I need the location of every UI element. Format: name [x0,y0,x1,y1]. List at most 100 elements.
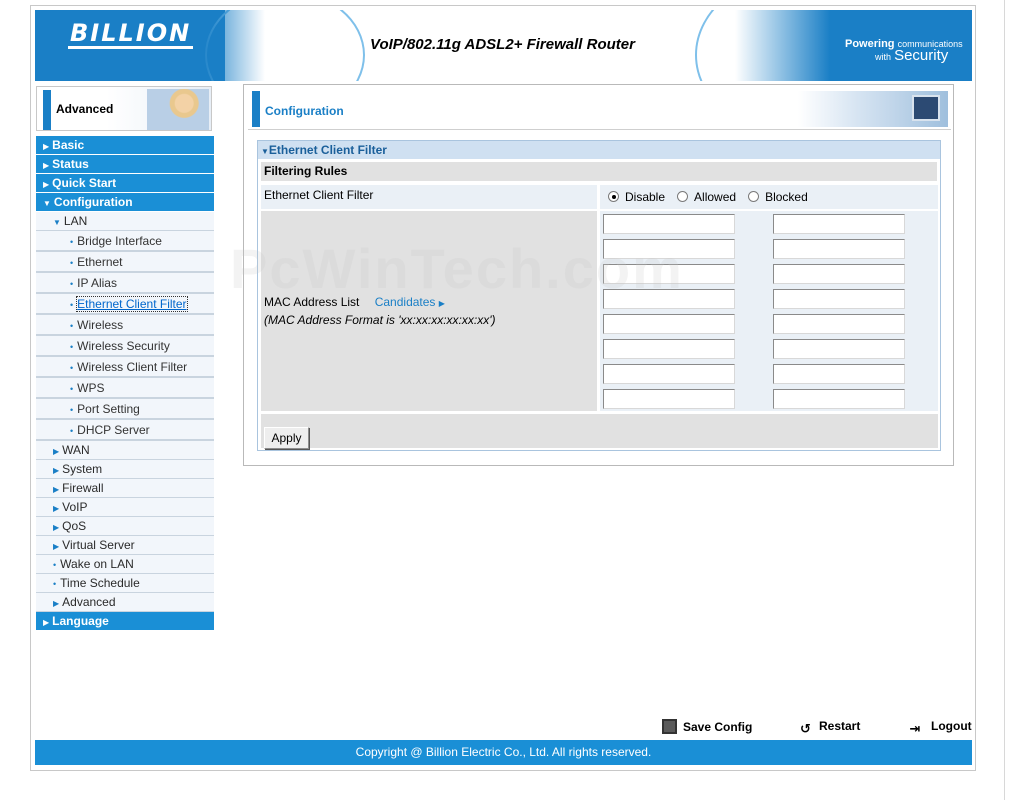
mac-address-input[interactable] [603,389,735,409]
sidebar-item-ethernet[interactable]: • Ethernet [36,252,214,273]
mac-address-input[interactable] [773,339,905,359]
mac-list-row: MAC Address List Candidates ▶ (MAC Addre… [261,211,938,411]
router-title: VoIP/802.11g ADSL2+ Firewall Router [370,36,635,53]
sidebar-item-advanced[interactable]: ▶ Advanced [36,593,214,612]
save-config-label: Save Config [683,720,753,734]
radio-label: Allowed [694,190,737,204]
radio-label: Blocked [765,190,808,204]
mac-address-input[interactable] [773,289,905,309]
section-header[interactable]: ▼Ethernet Client Filter [258,141,940,159]
mac-address-input[interactable] [773,264,905,284]
sidebar-nav: ▶ Basic ▶ Status ▶ Quick Start ▼ Configuration ▼… [36,136,214,631]
arrow-right-icon: ▶ [53,447,60,456]
mac-address-input[interactable] [773,214,905,234]
advanced-banner-bar [43,90,51,130]
mac-address-input[interactable] [603,239,735,259]
mac-address-input[interactable] [773,239,905,259]
filter-radio-disable[interactable]: Disable [608,190,677,204]
candidates-link[interactable]: Candidates ▶ [375,295,445,309]
mac-address-input[interactable] [773,314,905,334]
mac-list-label: MAC Address List [264,295,360,309]
sidebar-item-quick-start[interactable]: ▶ Quick Start [36,174,214,193]
sidebar-item-qos[interactable]: ▶ QoS [36,517,214,536]
filter-radio-blocked[interactable]: Blocked [748,190,820,204]
mac-address-input[interactable] [603,289,735,309]
mac-address-input[interactable] [603,264,735,284]
sidebar-item-label: VoIP [62,500,88,514]
sidebar-item-label: QoS [62,519,87,533]
sidebar-item-ethernet-client-filter[interactable]: • Ethernet Client Filter [36,294,214,315]
tagline-security: Security [894,47,949,64]
radio-button[interactable] [677,191,689,202]
arrow-right-icon: ▶ [53,466,60,475]
radio-button[interactable] [748,191,760,202]
sidebar-item-voip[interactable]: ▶ VoIP [36,498,214,517]
arrow-right-icon: ▶ [53,542,60,551]
mac-address-input[interactable] [603,339,735,359]
restart-icon: ↺ [800,721,811,736]
mac-address-input[interactable] [603,314,735,334]
filter-radio-allowed[interactable]: Allowed [677,190,748,204]
sidebar-item-basic[interactable]: ▶ Basic [36,136,214,155]
advanced-banner-label: Advanced [56,102,114,116]
panel-title: Configuration [265,104,344,118]
monitor-icon [912,95,940,121]
sidebar-item-wireless[interactable]: • Wireless [36,315,214,336]
sidebar-item-label: Configuration [53,195,133,209]
sidebar-item-system[interactable]: ▶ System [36,460,214,479]
mac-address-input[interactable] [773,389,905,409]
arrow-right-icon: ▶ [53,504,60,513]
arrow-right-icon: ▶ [53,485,60,494]
filter-mode-options: Disable Allowed Blocked [600,185,938,209]
sidebar-item-wan[interactable]: ▶ WAN [36,441,214,460]
arrow-right-icon: ▶ [43,618,50,627]
sidebar-item-label: IP Alias [77,276,117,290]
sidebar-item-lan[interactable]: ▼ LAN [36,212,214,231]
mac-address-input[interactable] [773,364,905,384]
sidebar-item-wireless-security[interactable]: • Wireless Security [36,336,214,357]
sidebar-item-virtual-server[interactable]: ▶ Virtual Server [36,536,214,555]
sidebar-item-time-schedule[interactable]: • Time Schedule [36,574,214,593]
mac-address-input[interactable] [603,364,735,384]
sidebar-item-language[interactable]: ▶ Language [36,612,214,631]
sidebar-item-bridge-interface[interactable]: • Bridge Interface [36,231,214,252]
sidebar-item-label: Language [52,614,109,628]
sidebar-item-port-setting[interactable]: • Port Setting [36,399,214,420]
candidates-link-label[interactable]: Candidates [375,295,436,309]
sidebar-item-wireless-client-filter[interactable]: • Wireless Client Filter [36,357,214,378]
panel-title-image [798,91,948,127]
arrow-down-icon: ▼ [43,199,51,208]
apply-button[interactable]: Apply [264,427,309,449]
sidebar-item-label: WAN [62,443,90,457]
sidebar-item-label: System [62,462,103,476]
save-config-button[interactable]: Save Config [662,719,752,734]
logout-icon: ⇥ [909,721,921,736]
radio-button[interactable] [608,191,619,202]
vertical-scrollbar[interactable] [1004,0,1022,800]
bullet-icon: • [70,279,74,289]
sidebar-item-ip-alias[interactable]: • IP Alias [36,273,214,294]
sidebar-item-label: Wake on LAN [60,557,134,571]
filter-mode-row: Ethernet Client Filter Disable Allowed Blo… [261,185,938,209]
sidebar-item-dhcp-server[interactable]: • DHCP Server [36,420,214,441]
sidebar-item-configuration[interactable]: ▼ Configuration [36,193,214,212]
sidebar-item-wake-on-lan[interactable]: • Wake on LAN [36,555,214,574]
mac-list-label-cell: MAC Address List Candidates ▶ (MAC Addre… [261,211,597,411]
mac-list-label-line: MAC Address List Candidates ▶ [264,295,445,309]
sidebar-item-firewall[interactable]: ▶ Firewall [36,479,214,498]
sidebar-item-label: Time Schedule [60,576,140,590]
sidebar-item-wps[interactable]: • WPS [36,378,214,399]
restart-button[interactable]: ↺ Restart [798,719,860,736]
mac-address-input[interactable] [603,214,735,234]
sidebar-item-label: LAN [63,214,88,228]
logout-button[interactable]: ⇥ Logout [905,719,972,736]
filter-mode-label: Ethernet Client Filter [261,185,597,209]
sidebar-item-status[interactable]: ▶ Status [36,155,214,174]
chevron-down-icon: ▼ [261,147,269,156]
section-title: Ethernet Client Filter [268,143,387,157]
copyright-bar: Copyright @ Billion Electric Co., Ltd. A… [35,740,972,765]
advanced-banner: Advanced [36,86,212,131]
logout-label: Logout [931,719,972,733]
sidebar-item-label: Wireless Client Filter [77,360,188,374]
subsection-header: Filtering Rules [261,162,937,181]
